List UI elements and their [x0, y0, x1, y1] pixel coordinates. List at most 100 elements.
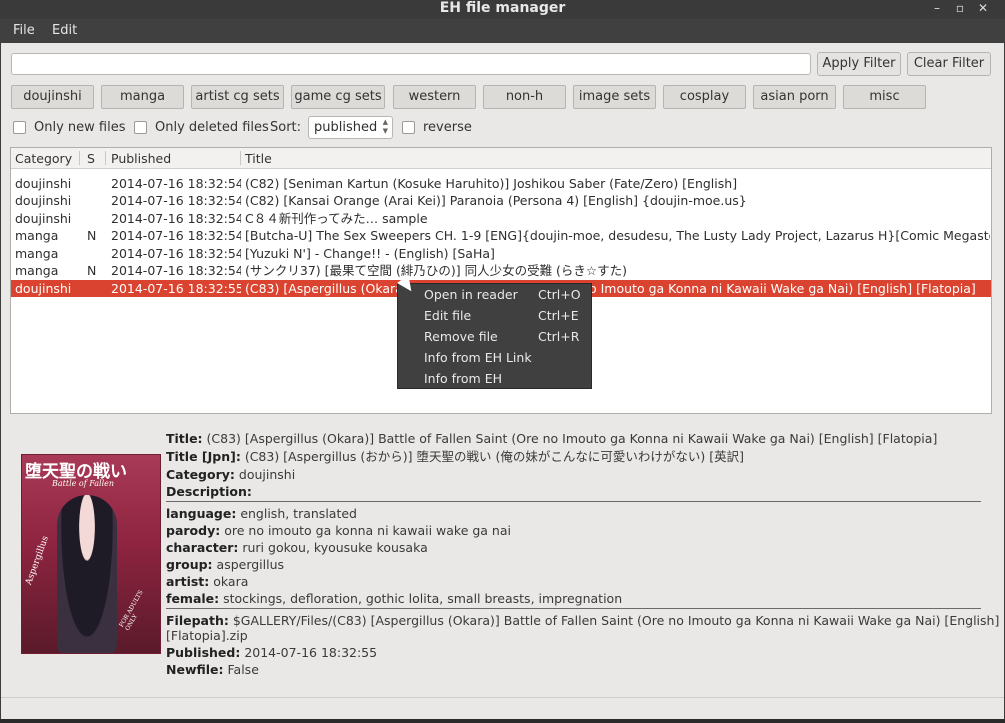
cell-title: [Yuzuki N'] - Change!! - (English) [SaHa…	[245, 246, 495, 261]
cell-category: doujinshi	[15, 176, 72, 191]
main-window: Apply Filter Clear Filter doujinshi mang…	[1, 43, 1004, 719]
menu-file[interactable]: File	[13, 23, 35, 38]
detail-language: language: english, translated	[166, 505, 357, 522]
cell-category: manga	[15, 263, 59, 278]
menu-item-shortcut: Ctrl+O	[538, 287, 581, 302]
category-manga-button[interactable]: manga	[101, 85, 184, 109]
detail-value: (C83) [Aspergillus (おから)] 堕天聖の戦い (俺の妹がこん…	[244, 449, 744, 464]
cover-circle: Aspergillus	[24, 534, 51, 587]
menu-item-shortcut: Ctrl+E	[538, 308, 579, 323]
category-cosplay-button[interactable]: cosplay	[663, 85, 746, 109]
only-deleted-checkbox[interactable]	[134, 121, 147, 134]
table-row[interactable]: manga N 2014-07-16 18:32:54 [Butcha-U] T…	[11, 227, 991, 244]
detail-label: Category:	[166, 467, 235, 482]
detail-label: group:	[166, 557, 213, 572]
category-doujinshi-button[interactable]: doujinshi	[11, 85, 94, 109]
detail-character: character: ruri gokou, kyousuke kousaka	[166, 539, 428, 556]
context-info-from-eh-link[interactable]: Info from EH Link	[398, 347, 591, 368]
detail-label: language:	[166, 506, 237, 521]
cell-s: N	[87, 263, 97, 278]
table-row[interactable]: manga 2014-07-16 18:32:54 [Yuzuki N'] - …	[11, 245, 991, 262]
detail-category: Category: doujinshi	[166, 466, 295, 483]
sort-value: published	[314, 120, 378, 135]
cell-published: 2014-07-16 18:32:54	[111, 246, 241, 261]
sort-select[interactable]: published ▲ ▼	[308, 116, 393, 139]
header-s[interactable]: S	[87, 151, 95, 166]
context-open-in-reader[interactable]: Open in reader Ctrl+O	[398, 284, 591, 305]
table-row[interactable]: doujinshi 2014-07-16 18:32:54 C８４新刊作ってみた…	[11, 210, 991, 227]
context-menu: Open in reader Ctrl+O Edit file Ctrl+E R…	[397, 283, 592, 389]
menu-item-label: Remove file	[424, 329, 498, 344]
background-strip	[0, 719, 1005, 723]
cell-category: manga	[15, 246, 59, 261]
detail-value: english, translated	[240, 506, 357, 521]
detail-description: Description:	[166, 483, 252, 500]
table-row[interactable]: doujinshi 2014-07-16 18:32:54 (C82) [Kan…	[11, 192, 991, 209]
detail-newfile: Newfile: False	[166, 661, 259, 678]
detail-value: stockings, defloration, gothic lolita, s…	[223, 591, 623, 606]
menu-bar: File Edit	[0, 19, 1005, 43]
menu-edit[interactable]: Edit	[52, 23, 77, 38]
header-published[interactable]: Published	[111, 151, 171, 166]
divider	[166, 608, 981, 609]
detail-parody: parody: ore no imouto ga konna ni kawaii…	[166, 522, 511, 539]
cell-title: (C82) [Seniman Kartun (Kosuke Haruhito)]…	[245, 176, 738, 191]
detail-published: Published: 2014-07-16 18:32:55	[166, 644, 377, 661]
cover-figure	[57, 495, 117, 653]
filter-input[interactable]	[11, 53, 811, 75]
cover-image: 堕天聖の戦い Battle of Fallen Aspergillus FOR …	[21, 454, 161, 654]
menu-item-shortcut: Ctrl+R	[538, 329, 580, 344]
menu-item-label: Edit file	[424, 308, 472, 323]
detail-value: ore no imouto ga konna ni kawaii wake ga…	[224, 523, 511, 538]
detail-value: (C83) [Aspergillus (Okara)] Battle of Fa…	[206, 431, 938, 446]
cell-published: 2014-07-16 18:32:54	[111, 193, 241, 208]
detail-label: character:	[166, 540, 239, 555]
table-header: Category S Published Title	[11, 148, 991, 169]
detail-filepath: Filepath: $GALLERY/Files/(C83) [Aspergil…	[166, 612, 999, 629]
context-info-from-eh[interactable]: Info from EH	[398, 368, 591, 389]
table-row[interactable]: doujinshi 2014-07-16 18:32:54 (C82) [Sen…	[11, 175, 991, 192]
cover-note: FOR ADULTS ONLY	[118, 589, 145, 632]
category-artist-cg-sets-button[interactable]: artist cg sets	[191, 85, 284, 109]
menu-item-label: Open in reader	[424, 287, 518, 302]
detail-value: False	[227, 662, 259, 677]
table-row[interactable]: manga N 2014-07-16 18:32:54 (サンクリ37) [最果…	[11, 262, 991, 279]
maximize-icon[interactable]: ▫	[953, 1, 967, 15]
apply-filter-button[interactable]: Apply Filter	[817, 52, 901, 76]
cover-subtitle: Battle of Fallen	[52, 479, 115, 488]
cell-published: 2014-07-16 18:32:54	[111, 176, 241, 191]
detail-filepath-cont: [Flatopia].zip	[166, 628, 248, 643]
cell-s: N	[87, 228, 97, 243]
cell-title: (サンクリ37) [最果て空間 (緋乃ひの)] 同人少女の受難 (らき☆すた)	[245, 263, 628, 278]
cell-title: C８４新刊作ってみた… sample	[245, 211, 428, 226]
detail-label: Title [Jpn]:	[166, 449, 241, 464]
detail-label: Description:	[166, 484, 252, 499]
category-misc-button[interactable]: misc	[843, 85, 926, 109]
header-separator	[79, 151, 80, 165]
header-category[interactable]: Category	[15, 151, 72, 166]
only-new-checkbox[interactable]	[13, 121, 26, 134]
category-non-h-button[interactable]: non-h	[483, 85, 566, 109]
detail-value: okara	[213, 574, 249, 589]
menu-item-label: Info from EH	[424, 371, 502, 386]
detail-label: parody:	[166, 523, 221, 538]
context-edit-file[interactable]: Edit file Ctrl+E	[398, 305, 591, 326]
cell-title: (C82) [Kansai Orange (Arai Kei)] Paranoi…	[245, 193, 747, 208]
close-icon[interactable]: ✕	[976, 1, 990, 15]
context-remove-file[interactable]: Remove file Ctrl+R	[398, 326, 591, 347]
only-new-label: Only new files	[34, 120, 126, 135]
cell-title: (C83) [Aspergillus (Okara)] Battle of Fa…	[245, 281, 976, 296]
header-title[interactable]: Title	[245, 151, 272, 166]
category-western-button[interactable]: western	[393, 85, 476, 109]
clear-filter-button[interactable]: Clear Filter	[907, 52, 991, 76]
reverse-checkbox[interactable]	[402, 121, 415, 134]
detail-label: Title:	[166, 431, 203, 446]
status-bar	[1, 697, 1004, 719]
detail-value: $GALLERY/Files/(C83) [Aspergillus (Okara…	[232, 613, 1000, 628]
category-image-sets-button[interactable]: image sets	[573, 85, 656, 109]
detail-title: Title: (C83) [Aspergillus (Okara)] Battl…	[166, 430, 937, 447]
spin-arrows-icon: ▲ ▼	[382, 118, 388, 135]
category-asian-porn-button[interactable]: asian porn	[753, 85, 836, 109]
category-game-cg-sets-button[interactable]: game cg sets	[291, 85, 385, 109]
minimize-icon[interactable]: –	[930, 1, 944, 15]
